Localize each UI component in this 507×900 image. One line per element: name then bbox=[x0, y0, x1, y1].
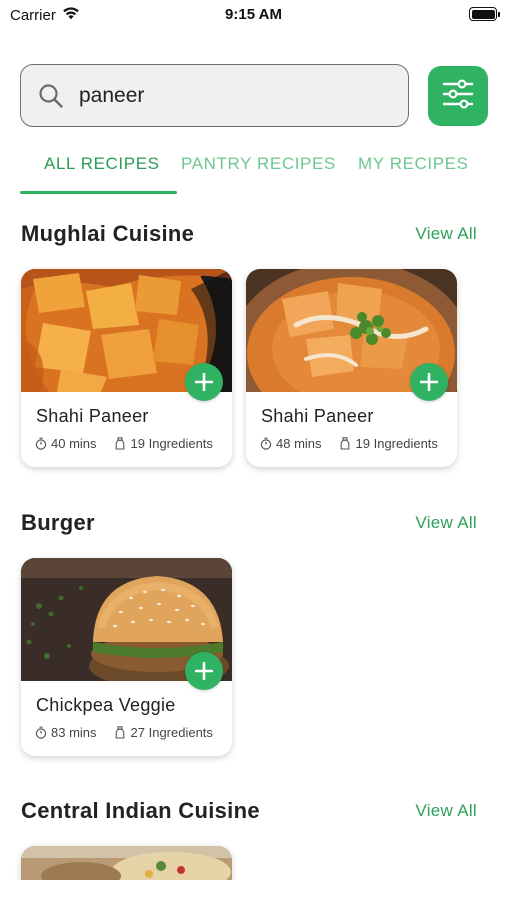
view-all-central-indian-link[interactable]: View All bbox=[415, 801, 477, 821]
recipe-ingredients: 19 Ingredients bbox=[130, 436, 213, 451]
search-bar[interactable] bbox=[20, 64, 409, 127]
recipe-time: 48 mins bbox=[276, 436, 322, 451]
search-icon bbox=[37, 82, 65, 110]
recipe-card[interactable]: Shahi Paneer 48 mins 19 Ingredients bbox=[246, 269, 457, 467]
timer-icon bbox=[35, 726, 47, 739]
recipe-time: 83 mins bbox=[51, 725, 97, 740]
recipe-meta: 48 mins 19 Ingredients bbox=[260, 436, 438, 451]
recipe-title: Shahi Paneer bbox=[36, 406, 149, 426]
search-input[interactable] bbox=[79, 83, 349, 108]
ingredients-icon bbox=[115, 726, 127, 739]
battery-icon bbox=[469, 7, 500, 21]
recipe-tabs: ALL RECIPES PANTRY RECIPES MY RECIPES bbox=[0, 140, 507, 196]
section-title-central-indian: Central Indian Cuisine bbox=[21, 798, 260, 823]
add-recipe-button[interactable] bbox=[410, 363, 448, 401]
recipe-meta: 40 mins 19 Ingredients bbox=[35, 436, 213, 451]
bottom-edge bbox=[0, 880, 507, 900]
add-recipe-button[interactable] bbox=[185, 652, 223, 690]
view-all-mughlai-link[interactable]: View All bbox=[415, 224, 477, 244]
recipe-ingredients: 27 Ingredients bbox=[130, 725, 213, 740]
active-tab-indicator bbox=[20, 191, 177, 194]
ingredients-icon bbox=[115, 437, 127, 450]
sliders-icon bbox=[442, 78, 474, 114]
view-all-burger-link[interactable]: View All bbox=[415, 513, 477, 533]
status-time: 9:15 AM bbox=[225, 6, 282, 23]
section-title-burger: Burger bbox=[21, 510, 95, 535]
recipe-time: 40 mins bbox=[51, 436, 97, 451]
tab-my-recipes[interactable]: MY RECIPES bbox=[358, 154, 469, 174]
recipe-meta: 83 mins 27 Ingredients bbox=[35, 725, 213, 740]
filter-button[interactable] bbox=[428, 66, 488, 126]
ingredients-icon bbox=[340, 437, 352, 450]
timer-icon bbox=[35, 437, 47, 450]
tab-pantry-recipes[interactable]: PANTRY RECIPES bbox=[181, 154, 336, 174]
recipe-title: Shahi Paneer bbox=[261, 406, 374, 426]
tab-all-recipes[interactable]: ALL RECIPES bbox=[44, 154, 160, 174]
section-title-mughlai: Mughlai Cuisine bbox=[21, 221, 195, 246]
recipe-ingredients: 19 Ingredients bbox=[355, 436, 438, 451]
add-recipe-button[interactable] bbox=[185, 363, 223, 401]
recipe-card[interactable]: Shahi Paneer 40 mins 19 Ingredients bbox=[21, 269, 232, 467]
status-bar: Carrier 9:15 AM bbox=[0, 0, 507, 30]
timer-icon bbox=[260, 437, 272, 450]
recipe-title: Chickpea Veggie bbox=[36, 695, 176, 715]
recipe-card[interactable]: Chickpea Veggie 83 mins 27 Ingredients bbox=[21, 558, 232, 756]
